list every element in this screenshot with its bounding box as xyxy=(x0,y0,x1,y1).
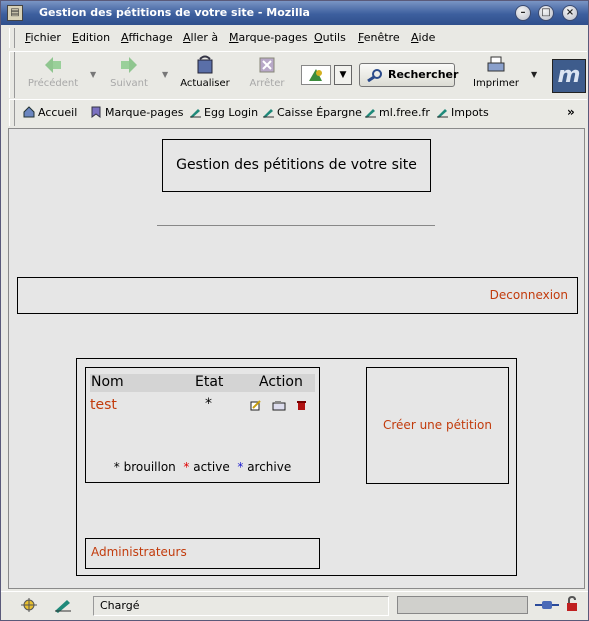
search-icon xyxy=(367,69,382,82)
zoom-dropdown-icon[interactable]: ▼ xyxy=(334,65,352,85)
toolbar-grip[interactable] xyxy=(9,28,15,48)
bookmark-pen-icon xyxy=(365,109,376,118)
progress-bar xyxy=(397,596,528,614)
bookmark-egg-login[interactable]: Egg Login xyxy=(189,106,258,119)
security-lock-icon[interactable] xyxy=(565,596,579,612)
print-dropdown-icon[interactable]: ▼ xyxy=(531,70,537,79)
page-title: Gestion des pétitions de votre site xyxy=(162,139,431,192)
forward-button[interactable]: Suivant xyxy=(103,54,155,89)
back-arrow-icon xyxy=(45,57,61,73)
menu-fenetre[interactable]: Fenêtre xyxy=(358,31,400,44)
bookmark-caisse-epargne[interactable]: Caisse Épargne xyxy=(262,106,362,119)
legend-archive-mark: * xyxy=(237,460,244,474)
administrators-box: Administrateurs xyxy=(85,538,320,569)
bookmark-home-label: Accueil xyxy=(38,106,78,119)
mozilla-throbber-icon[interactable]: m xyxy=(552,59,586,93)
forward-arrow-icon xyxy=(121,57,137,73)
legend-draft-mark: * xyxy=(113,460,120,474)
bookmark-ml-free-fr-label: ml.free.fr xyxy=(379,106,430,119)
maximize-button[interactable]: □ xyxy=(538,5,554,21)
administrators-link[interactable]: Administrateurs xyxy=(91,545,187,559)
bookmark-impots-label: Impots xyxy=(451,106,489,119)
forward-label: Suivant xyxy=(110,78,148,89)
logout-bar: Deconnexion xyxy=(17,277,578,314)
navigation-toolbar: Précédent ▼ Suivant ▼ Actualiser Arrêter… xyxy=(9,51,587,98)
search-label: Rechercher xyxy=(388,68,459,81)
divider xyxy=(157,225,435,226)
bookmark-ml-free-fr[interactable]: ml.free.fr xyxy=(364,106,430,119)
bookmark-pen-icon xyxy=(263,109,274,118)
minimize-button[interactable]: – xyxy=(515,5,531,21)
menu-edition[interactable]: Edition xyxy=(72,31,110,44)
legend-active-mark: * xyxy=(183,460,190,474)
bookmark-caisse-epargne-label: Caisse Épargne xyxy=(277,106,362,119)
navigator-icon[interactable] xyxy=(19,597,39,613)
title-bar: ▤ Gestion des pétitions de votre site - … xyxy=(1,1,588,25)
logout-link[interactable]: Deconnexion xyxy=(490,288,568,302)
create-petition-link[interactable]: Créer une pétition xyxy=(366,367,509,484)
petitions-table: Nom Etat Action test * * brouillon * act… xyxy=(85,367,320,483)
composer-icon[interactable] xyxy=(53,597,73,613)
bookmark-pen-icon xyxy=(190,109,201,118)
table-header: Nom Etat Action xyxy=(90,374,315,392)
reload-icon xyxy=(197,55,213,74)
browser-window: ▤ Gestion des pétitions de votre site - … xyxy=(0,0,589,621)
forward-dropdown-icon[interactable]: ▼ xyxy=(162,70,168,79)
bookmark-impots[interactable]: Impots xyxy=(436,106,489,119)
bookmark-home[interactable]: Accueil xyxy=(23,106,77,119)
bookmarks-icon xyxy=(91,106,101,118)
bookmarks-more-button[interactable]: » xyxy=(567,105,575,119)
back-dropdown-icon[interactable]: ▼ xyxy=(90,70,96,79)
bookmark-menu[interactable]: Marque-pages xyxy=(90,106,183,119)
close-button[interactable]: × xyxy=(562,5,578,21)
print-button[interactable]: Imprimer xyxy=(467,54,525,89)
petition-name-link[interactable]: test xyxy=(90,397,117,413)
petitions-panel: Nom Etat Action test * * brouillon * act… xyxy=(76,358,517,576)
toolbar-grip[interactable] xyxy=(9,100,15,126)
menu-affichage[interactable]: Affichage xyxy=(121,31,173,44)
menu-aller-a[interactable]: Aller à xyxy=(183,31,218,44)
page-content: Gestion des pétitions de votre site Deco… xyxy=(8,128,585,589)
legend-draft: brouillon xyxy=(123,460,176,474)
menu-aide[interactable]: Aide xyxy=(411,31,435,44)
menu-marque-pages[interactable]: Marque-pages xyxy=(229,31,307,44)
reload-button[interactable]: Actualiser xyxy=(178,54,232,89)
properties-icon[interactable] xyxy=(272,400,286,411)
text-zoom-field[interactable] xyxy=(301,65,331,85)
menu-bar: Fichier Edition Affichage Aller à Marque… xyxy=(9,28,587,48)
printer-icon xyxy=(487,56,505,72)
status-bar: Chargé xyxy=(1,591,588,621)
zoom-icon xyxy=(309,69,322,81)
back-button[interactable]: Précédent xyxy=(25,54,81,89)
status-text: Chargé xyxy=(93,596,389,616)
home-icon xyxy=(23,106,35,118)
bookmark-pen-icon xyxy=(437,109,448,118)
bookmark-menu-label: Marque-pages xyxy=(105,106,184,119)
search-button[interactable]: Rechercher xyxy=(359,63,459,87)
state-legend: * brouillon * active * archive xyxy=(86,460,319,474)
stop-button[interactable]: Arrêter xyxy=(240,54,294,89)
stop-label: Arrêter xyxy=(249,78,285,89)
print-label: Imprimer xyxy=(473,78,519,89)
menu-outils[interactable]: Outils xyxy=(314,31,346,44)
column-header-state: Etat xyxy=(195,374,224,390)
app-icon[interactable]: ▤ xyxy=(7,5,23,21)
window-title: Gestion des pétitions de votre site - Mo… xyxy=(39,6,310,19)
edit-icon[interactable] xyxy=(250,400,261,411)
bookmark-egg-login-label: Egg Login xyxy=(204,106,259,119)
online-connection-icon[interactable] xyxy=(534,598,560,612)
bookmarks-toolbar: Accueil Marque-pages Egg Login Caisse Ép… xyxy=(9,99,587,126)
petition-state: * xyxy=(205,396,212,412)
toolbar-grip[interactable] xyxy=(9,52,15,98)
menu-fichier[interactable]: Fichier xyxy=(25,31,61,44)
delete-icon[interactable] xyxy=(296,400,307,411)
column-header-name: Nom xyxy=(91,374,124,390)
stop-icon xyxy=(259,57,275,73)
legend-active: active xyxy=(193,460,230,474)
reload-label: Actualiser xyxy=(180,78,230,89)
legend-archive: archive xyxy=(247,460,292,474)
table-row: test * xyxy=(90,396,315,415)
column-header-action: Action xyxy=(259,374,303,390)
back-label: Précédent xyxy=(27,78,79,89)
